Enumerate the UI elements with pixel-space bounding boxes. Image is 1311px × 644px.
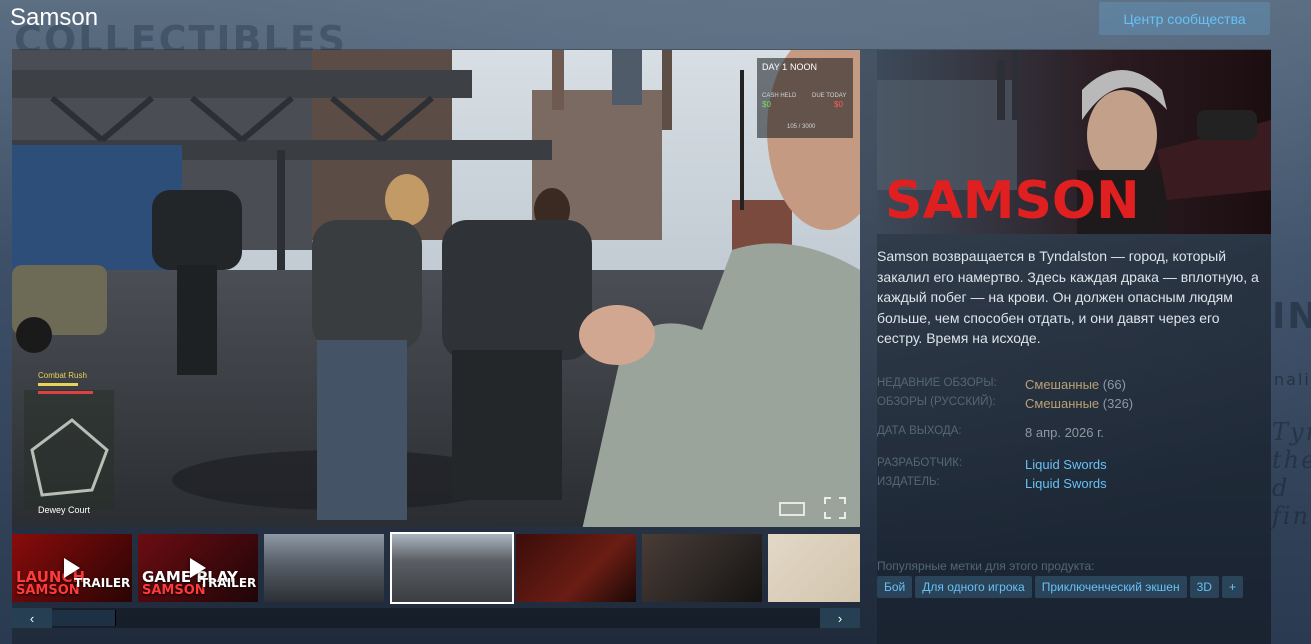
- community-hub-button[interactable]: Центр сообщества: [1099, 2, 1270, 35]
- russian-reviews-label: ОБЗОРЫ (РУССКИЙ):: [877, 396, 996, 408]
- play-icon: [190, 558, 206, 578]
- release-date-value: 8 апр. 2026 г.: [1025, 425, 1104, 440]
- hud-day: DAY 1: [762, 62, 787, 72]
- background-text-ing: ING: [1272, 296, 1311, 337]
- tag-action-adventure[interactable]: Приключенческий экшен: [1034, 576, 1187, 598]
- tags-list: Бой Для одного игрока Приключенческий эк…: [877, 576, 1243, 598]
- publisher-link[interactable]: Liquid Swords: [1025, 476, 1107, 491]
- media-player[interactable]: DAY 1 NOON CASH HELD DUE TODAY $0 $0 105…: [12, 50, 860, 527]
- recent-reviews-count: (66): [1102, 377, 1126, 392]
- tags-label: Популярные метки для этого продукта:: [877, 559, 1095, 573]
- thumbnail-logo: SAMSON: [16, 583, 80, 598]
- tag-singleplayer[interactable]: Для одного игрока: [915, 576, 1032, 598]
- background-text-naling: naling: [1274, 370, 1311, 389]
- add-tag-button[interactable]: +: [1221, 576, 1243, 598]
- release-date-label: ДАТА ВЫХОДА:: [877, 425, 962, 437]
- hud-combat-label: Combat Rush: [38, 371, 87, 380]
- developer-label: РАЗРАБОТЧИК:: [877, 457, 963, 469]
- background-script-text: Tyn the d fin: [1272, 418, 1311, 530]
- game-capsule-image: SAMSON: [877, 50, 1271, 234]
- thumbnail-screenshot-street-car[interactable]: [264, 534, 384, 602]
- scroll-right-button[interactable]: ›: [820, 608, 860, 628]
- thumbnail-gameplay-trailer[interactable]: GAME PLAY SAMSON TRAILER: [138, 534, 258, 602]
- thumbnail-subtitle: TRAILER: [74, 576, 131, 590]
- developer-link[interactable]: Liquid Swords: [1025, 457, 1107, 472]
- game-description: Samson возвращается в Tyndalston — город…: [877, 248, 1259, 346]
- tag-combat[interactable]: Бой: [877, 576, 913, 598]
- thumbnail-screenshot-map[interactable]: [768, 534, 860, 602]
- scrollbar-handle[interactable]: [52, 610, 116, 626]
- thumbnail-screenshot-street-night[interactable]: [642, 534, 762, 602]
- tag-3d[interactable]: 3D: [1189, 576, 1219, 598]
- thumbnail-logo: SAMSON: [142, 583, 206, 598]
- theater-mode-icon[interactable]: [779, 502, 805, 516]
- russian-reviews-summary[interactable]: Смешанные: [1025, 396, 1099, 411]
- capsule-logo: SAMSON: [885, 171, 1140, 231]
- page-title: Samson: [10, 4, 99, 31]
- fullscreen-icon[interactable]: [824, 497, 846, 519]
- screenshot-street-fight: DAY 1 NOON CASH HELD DUE TODAY $0 $0 105…: [12, 50, 860, 527]
- hud-cash-value: $0: [762, 100, 771, 109]
- thumbnail-screenshot-fight[interactable]: [390, 532, 514, 604]
- scroll-left-button[interactable]: ‹: [12, 608, 52, 628]
- recent-reviews-summary[interactable]: Смешанные: [1025, 377, 1099, 392]
- hud-due-label: DUE TODAY: [812, 93, 846, 99]
- thumbnail-screenshot-interior[interactable]: [516, 534, 636, 602]
- hud-progress: 105 / 3000: [787, 124, 816, 130]
- hud-location: Dewey Court: [38, 505, 91, 515]
- hud-time: NOON: [790, 62, 817, 72]
- hud-cash-label: CASH HELD: [762, 93, 797, 99]
- publisher-label: ИЗДАТЕЛЬ:: [877, 476, 940, 488]
- thumbnail-launch-trailer[interactable]: LAUNCH SAMSON TRAILER: [12, 534, 132, 602]
- recent-reviews-label: НЕДАВНИЕ ОБЗОРЫ:: [877, 377, 997, 389]
- play-icon: [64, 558, 80, 578]
- thumbnail-strip: LAUNCH SAMSON TRAILER GAME PLAY SAMSON TRA…: [12, 532, 860, 604]
- hud-due-value: $0: [834, 100, 843, 109]
- thumbnail-scrollbar[interactable]: [12, 608, 860, 628]
- russian-reviews-count: (326): [1102, 396, 1134, 411]
- thumbnail-subtitle: TRAILER: [200, 576, 257, 590]
